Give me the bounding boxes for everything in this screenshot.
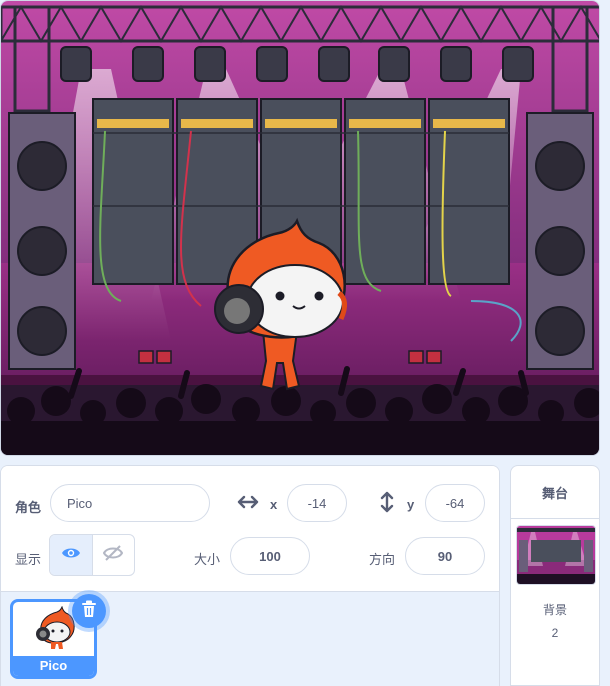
- size-input[interactable]: 100: [230, 537, 310, 575]
- size-label: 大小: [194, 552, 221, 567]
- x-value: -14: [307, 495, 327, 511]
- stage-selector[interactable]: 舞台 背景 2: [510, 465, 600, 686]
- stage-thumbnail[interactable]: [516, 525, 596, 585]
- show-button[interactable]: [50, 535, 93, 575]
- direction-input[interactable]: 90: [405, 537, 485, 575]
- sprite-label: 角色: [15, 500, 42, 515]
- sprite-tile-name: Pico: [13, 656, 94, 676]
- vertical-arrows-icon: [379, 491, 395, 518]
- eye-off-icon: [103, 544, 124, 566]
- sprite-name-value: Pico: [67, 495, 93, 511]
- size-value: 100: [259, 548, 281, 564]
- delete-sprite-button[interactable]: [72, 594, 106, 628]
- horizontal-arrows-icon: [237, 494, 259, 515]
- stage-title: 舞台: [511, 466, 599, 519]
- visibility-toggle: [49, 534, 135, 576]
- stage-canvas[interactable]: [0, 0, 600, 456]
- sprite-name-input[interactable]: Pico: [50, 484, 210, 522]
- sprite-info: 角色 Pico x -14 y -64 显示 大小 100 方向 90: [1, 466, 499, 592]
- backdrops-count: 2: [551, 626, 559, 640]
- x-input[interactable]: -14: [287, 484, 347, 522]
- trash-icon: [81, 600, 97, 623]
- eye-icon: [61, 546, 81, 565]
- y-label: y: [407, 497, 415, 512]
- direction-value: 90: [437, 548, 453, 564]
- x-label: x: [270, 497, 278, 512]
- direction-label: 方向: [369, 552, 396, 567]
- y-input[interactable]: -64: [425, 484, 485, 522]
- show-label: 显示: [15, 552, 42, 567]
- sprite-thumbnail: [36, 606, 75, 649]
- y-value: -64: [445, 495, 465, 511]
- sprite-info-pane: 角色 Pico x -14 y -64 显示 大小 100 方向 90 Pico: [0, 465, 500, 686]
- hide-button[interactable]: [93, 535, 135, 575]
- backdrops-label: 背景: [542, 603, 567, 617]
